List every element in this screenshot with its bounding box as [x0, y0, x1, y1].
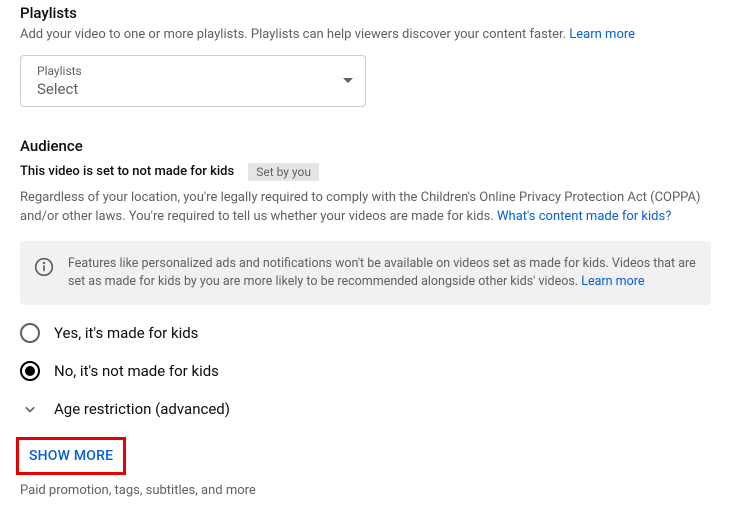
- show-more-button[interactable]: Show more: [19, 440, 123, 472]
- content-for-kids-link[interactable]: What's content made for kids?: [497, 209, 671, 224]
- audience-section: Audience This video is set to not made f…: [20, 137, 711, 419]
- radio-made-for-kids-yes[interactable]: Yes, it's made for kids: [20, 323, 711, 343]
- radio-icon: [20, 361, 40, 381]
- playlists-title: Playlists: [20, 4, 711, 22]
- radio-label: No, it's not made for kids: [54, 362, 219, 380]
- set-by-you-badge: Set by you: [248, 163, 319, 181]
- show-more-highlight: Show more: [16, 437, 126, 475]
- audience-title: Audience: [20, 137, 711, 155]
- playlists-learn-more-link[interactable]: Learn more: [569, 27, 635, 42]
- show-more-description: Paid promotion, tags, subtitles, and mor…: [20, 483, 711, 498]
- info-learn-more-link[interactable]: Learn more: [581, 274, 644, 289]
- radio-made-for-kids-no[interactable]: No, it's not made for kids: [20, 361, 711, 381]
- age-restriction-label: Age restriction (advanced): [54, 400, 230, 418]
- dropdown-value: Select: [37, 80, 82, 98]
- info-icon: [34, 255, 54, 291]
- caret-down-icon: [343, 78, 353, 83]
- info-box: Features like personalized ads and notif…: [20, 241, 711, 305]
- age-restriction-expander[interactable]: Age restriction (advanced): [20, 399, 711, 419]
- playlists-description: Add your video to one or more playlists.…: [20, 26, 711, 45]
- audience-status-text: This video is set to not made for kids: [20, 164, 234, 179]
- playlists-section: Playlists Add your video to one or more …: [20, 4, 711, 107]
- radio-label: Yes, it's made for kids: [54, 324, 198, 342]
- radio-icon: [20, 323, 40, 343]
- playlists-select-dropdown[interactable]: Playlists Select: [20, 55, 366, 107]
- audience-legal-description: Regardless of your location, you're lega…: [20, 189, 711, 227]
- dropdown-label: Playlists: [37, 64, 82, 78]
- chevron-down-icon: [20, 399, 40, 419]
